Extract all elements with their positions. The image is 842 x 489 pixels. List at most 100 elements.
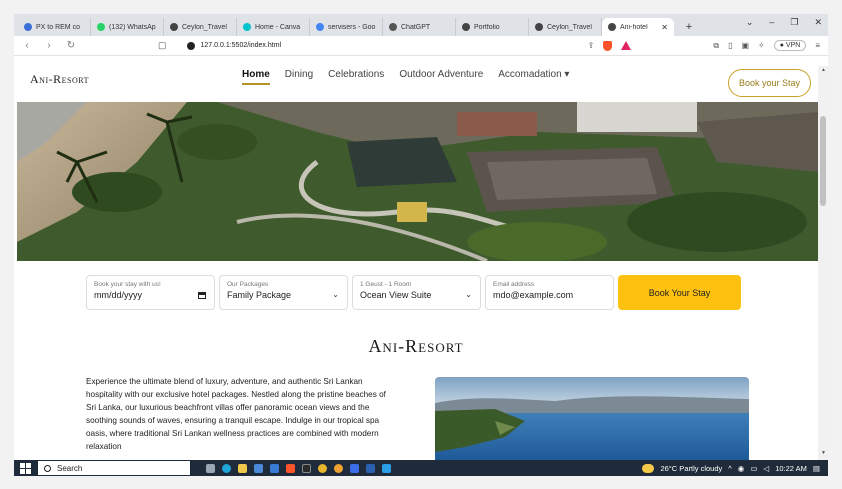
taskbar-search[interactable]: Search bbox=[38, 461, 190, 475]
tab-favicon-icon bbox=[535, 23, 543, 31]
page-scrollbar[interactable] bbox=[818, 66, 828, 460]
extensions-icon[interactable]: ⧉ bbox=[713, 41, 719, 51]
notification-icon[interactable]: ▤ bbox=[813, 464, 820, 473]
system-tray: 26°C Partly cloudy ^ ◉ ▭ ◁ 10:22 AM ▤ bbox=[642, 460, 820, 476]
brave-shield-icon[interactable] bbox=[603, 40, 613, 51]
intro-paragraph: Experience the ultimate blend of luxury,… bbox=[86, 377, 386, 451]
browser-tab[interactable]: ChatGPT bbox=[383, 18, 456, 36]
booking-form: Book your stay with us! mm/dd/yyyy Our P… bbox=[86, 275, 741, 310]
resort-aerial-photo bbox=[17, 102, 818, 261]
chevron-down-icon: ⌄ bbox=[465, 290, 472, 299]
nav-accommodation-dropdown[interactable]: Accomadation ▾ bbox=[498, 69, 569, 85]
share-icon[interactable]: ⇪ bbox=[588, 41, 595, 50]
tab-title: Home - Canva bbox=[255, 23, 301, 31]
volume-icon[interactable]: ◁ bbox=[763, 464, 769, 473]
tab-title: (132) WhatsAp bbox=[109, 23, 156, 31]
app3-icon[interactable] bbox=[366, 463, 375, 473]
windows-start-icon[interactable] bbox=[18, 461, 32, 475]
brave-icon[interactable] bbox=[286, 463, 295, 473]
tab-title: Ani-hotel bbox=[620, 23, 648, 31]
bookmark-icon[interactable]: ▢ bbox=[158, 40, 167, 51]
book-your-stay-button[interactable]: Book your Stay bbox=[728, 69, 811, 97]
minimize-icon[interactable]: – bbox=[769, 17, 774, 28]
task-view-icon[interactable] bbox=[206, 463, 215, 473]
sidebar-icon[interactable]: ▯ bbox=[728, 41, 732, 50]
url-text: 127.0.0.1:5502/index.html bbox=[200, 42, 282, 49]
email-field[interactable]: Email address mdo@example.com bbox=[485, 275, 614, 310]
stay-date-label: Book your stay with us! bbox=[94, 281, 161, 288]
nav-celebrations[interactable]: Celebrations bbox=[328, 69, 384, 85]
url-field[interactable]: ▢ 127.0.0.1:5502/index.html bbox=[158, 40, 576, 51]
browser-tab[interactable]: Ceylon_Travel bbox=[529, 18, 602, 36]
tab-favicon-icon bbox=[316, 23, 324, 31]
mail-icon[interactable] bbox=[270, 463, 279, 473]
browser-tab[interactable]: Ceylon_Travel bbox=[164, 18, 237, 36]
browser-tab[interactable]: servisers - Goo bbox=[310, 18, 383, 36]
tab-favicon-icon bbox=[243, 23, 251, 31]
network-icon[interactable]: ◉ bbox=[738, 464, 745, 473]
chevron-down-icon: ⌄ bbox=[332, 290, 339, 299]
coastline-image bbox=[435, 377, 749, 460]
leo-icon[interactable]: ✧ bbox=[758, 41, 765, 50]
close-tab-icon[interactable]: ✕ bbox=[661, 23, 668, 32]
address-bar-actions: ⇪ bbox=[588, 40, 632, 51]
vpn-button[interactable]: ● VPN bbox=[773, 40, 807, 51]
toolbar-actions: ⧉ ▯ ▣ ✧ ● VPN ≡ bbox=[713, 40, 820, 51]
room-select[interactable]: 1 Geust - 1 Room Ocean View Suite ⌄ bbox=[352, 275, 481, 310]
restore-icon[interactable]: ❐ bbox=[790, 17, 798, 28]
menu-icon[interactable]: ≡ bbox=[815, 41, 820, 50]
taskbar-apps bbox=[206, 463, 391, 473]
back-icon[interactable]: ‹ bbox=[22, 40, 32, 51]
tab-title: Portfolio bbox=[474, 23, 500, 31]
tab-title: ChatGPT bbox=[401, 23, 431, 31]
browser-tab[interactable]: (132) WhatsAp bbox=[91, 18, 164, 36]
nav-home[interactable]: Home bbox=[242, 69, 270, 85]
nav-dining[interactable]: Dining bbox=[285, 69, 313, 85]
app-icon[interactable] bbox=[334, 463, 343, 473]
file-explorer-icon[interactable] bbox=[238, 463, 247, 473]
site-logo[interactable]: Ani-Resort bbox=[30, 72, 89, 87]
nav-outdoor-adventure[interactable]: Outdoor Adventure bbox=[399, 69, 483, 85]
scrollbar-thumb[interactable] bbox=[820, 116, 826, 206]
browser-tab[interactable]: Portfolio bbox=[456, 18, 529, 36]
close-window-icon[interactable]: ✕ bbox=[814, 17, 822, 28]
chrome-icon[interactable] bbox=[318, 463, 327, 473]
scroll-down-icon[interactable]: ▼ bbox=[821, 450, 826, 456]
brave-rewards-icon[interactable] bbox=[621, 41, 632, 50]
taskbar-search-label: Search bbox=[57, 463, 83, 473]
browser-tab[interactable]: Home - Canva bbox=[237, 18, 310, 36]
stay-date-input[interactable]: mm/dd/yyyy bbox=[94, 290, 207, 300]
weather-text[interactable]: 26°C Partly cloudy bbox=[660, 464, 722, 473]
browser-tab[interactable]: Ani-hotel ✕ bbox=[602, 18, 674, 36]
tab-favicon-icon bbox=[97, 23, 105, 31]
package-label: Our Packages bbox=[227, 281, 269, 288]
new-tab-button[interactable]: + bbox=[680, 18, 698, 36]
app2-icon[interactable] bbox=[350, 463, 359, 473]
browser-tab[interactable]: PX to REM co bbox=[18, 18, 91, 36]
battery-icon[interactable]: ▭ bbox=[750, 464, 757, 473]
clock-text[interactable]: 10:22 AM bbox=[775, 464, 807, 473]
terminal-icon[interactable] bbox=[302, 463, 311, 473]
tab-title: servisers - Goo bbox=[328, 23, 376, 31]
scroll-up-icon[interactable]: ▲ bbox=[821, 67, 826, 73]
search-icon bbox=[44, 464, 51, 472]
stay-date-field[interactable]: Book your stay with us! mm/dd/yyyy bbox=[86, 275, 215, 310]
reload-icon[interactable]: ↻ bbox=[66, 40, 76, 51]
wallet-icon[interactable]: ▣ bbox=[741, 41, 749, 50]
forward-icon[interactable]: › bbox=[44, 40, 54, 51]
coastline-photo bbox=[435, 377, 749, 460]
tab-favicon-icon bbox=[24, 23, 32, 31]
store-icon[interactable] bbox=[254, 463, 263, 473]
tab-favicon-icon bbox=[608, 23, 616, 31]
calendar-icon[interactable] bbox=[198, 292, 206, 299]
edge-icon[interactable] bbox=[222, 463, 231, 473]
address-bar: ‹ › ↻ ▢ 127.0.0.1:5502/index.html ⇪ ⧉ ▯ … bbox=[14, 36, 828, 56]
site-info-icon[interactable] bbox=[186, 41, 195, 50]
browser-tab-bar: PX to REM co (132) WhatsAp Ceylon_Travel Ho… bbox=[14, 14, 828, 36]
tray-chevron-icon[interactable]: ^ bbox=[728, 464, 732, 473]
book-stay-submit-button[interactable]: Book Your Stay bbox=[618, 275, 741, 310]
tab-list-chevron-icon[interactable]: ⌄ bbox=[746, 17, 754, 28]
email-input[interactable]: mdo@example.com bbox=[493, 290, 606, 300]
vscode-icon[interactable] bbox=[382, 463, 391, 473]
package-select[interactable]: Our Packages Family Package ⌄ bbox=[219, 275, 348, 310]
